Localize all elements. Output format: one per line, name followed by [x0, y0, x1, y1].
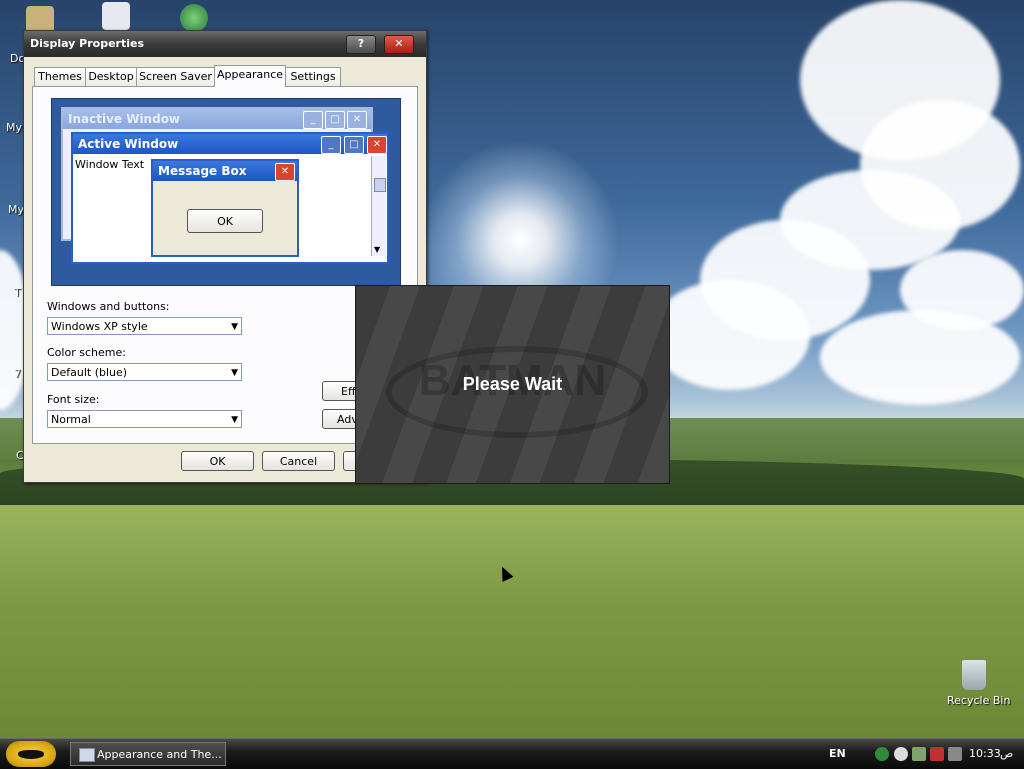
chevron-down-icon: ▼ [231, 322, 238, 332]
window-titlebar[interactable]: Display Properties ? ✕ [24, 31, 426, 57]
color-scheme-value: Default (blue) [51, 366, 128, 379]
tab-appearance[interactable]: Appearance [214, 65, 286, 87]
font-size-label: Font size: [47, 393, 100, 406]
close-icon: ✕ [275, 163, 295, 181]
minimize-icon: _ [321, 136, 341, 154]
globe-icon[interactable] [180, 4, 208, 32]
scrollbar-thumb [374, 178, 386, 192]
maximize-icon: □ [344, 136, 364, 154]
paint-icon[interactable] [102, 2, 130, 30]
tab-settings[interactable]: Settings [285, 67, 341, 86]
chevron-down-icon: ▼ [231, 415, 238, 425]
tab-desktop[interactable]: Desktop [85, 67, 137, 86]
font-size-value: Normal [51, 413, 91, 426]
chevron-down-icon: ▼ [374, 245, 381, 254]
display-properties-icon [79, 748, 95, 762]
taskbar-item-appearance[interactable]: Appearance and The... [70, 742, 226, 766]
network-icon[interactable] [912, 747, 926, 761]
preview-ok-button: OK [187, 209, 263, 233]
preview-window-text: Window Text [75, 158, 145, 171]
maximize-icon: □ [325, 111, 345, 129]
tray-app-icon[interactable] [948, 747, 962, 761]
color-scheme-select[interactable]: Default (blue) ▼ [47, 363, 242, 381]
tab-themes[interactable]: Themes [34, 67, 86, 86]
close-button[interactable]: ✕ [384, 35, 414, 54]
windows-buttons-value: Windows XP style [51, 320, 148, 333]
lawn [0, 505, 1024, 738]
windows-buttons-label: Windows and buttons: [47, 300, 170, 313]
color-scheme-label: Color scheme: [47, 346, 126, 359]
desktop-label[interactable]: 7 [14, 367, 21, 380]
preview-scrollbar: ▼ [371, 156, 386, 256]
close-icon: ✕ [347, 111, 367, 129]
ok-button[interactable]: OK [181, 451, 254, 471]
taskbar-item-label: Appearance and The... [97, 748, 222, 761]
taskbar: Appearance and The... EN 10:33 ص [0, 738, 1024, 769]
appearance-preview: Inactive Window _ □ ✕ Active Window _ □ … [51, 98, 401, 286]
window-title: Display Properties [30, 37, 145, 50]
antivirus-icon[interactable] [930, 747, 944, 761]
clock-time[interactable]: 10:33 [969, 747, 1001, 760]
cloud [900, 250, 1024, 330]
desktop-label[interactable]: My [6, 121, 22, 134]
please-wait-message: Please Wait [462, 374, 563, 394]
volume-icon[interactable] [894, 747, 908, 761]
close-icon: ✕ [367, 136, 387, 154]
tab-screen-saver[interactable]: Screen Saver [136, 67, 215, 86]
chevron-down-icon: ▼ [231, 368, 238, 378]
windows-buttons-select[interactable]: Windows XP style ▼ [47, 317, 242, 335]
please-wait-dialog: BATMAN Please Wait [355, 285, 670, 484]
clock-ampm: ص [1000, 747, 1014, 760]
batman-icon [18, 750, 44, 759]
font-size-select[interactable]: Normal ▼ [47, 410, 242, 428]
utorrent-icon[interactable] [875, 747, 889, 761]
preview-message-box: Message Box ✕ OK [151, 159, 299, 257]
recycle-bin-icon[interactable] [962, 660, 986, 690]
desktop-label[interactable]: T [14, 286, 21, 299]
minimize-icon: _ [303, 111, 323, 129]
help-button[interactable]: ? [346, 35, 376, 54]
desktop-label[interactable]: My [8, 203, 24, 216]
cloud [650, 280, 810, 390]
cancel-button[interactable]: Cancel [262, 451, 335, 471]
start-button[interactable] [6, 741, 56, 767]
language-indicator[interactable]: EN [829, 747, 846, 760]
recycle-bin-label[interactable]: Recycle Bin [947, 694, 1010, 707]
